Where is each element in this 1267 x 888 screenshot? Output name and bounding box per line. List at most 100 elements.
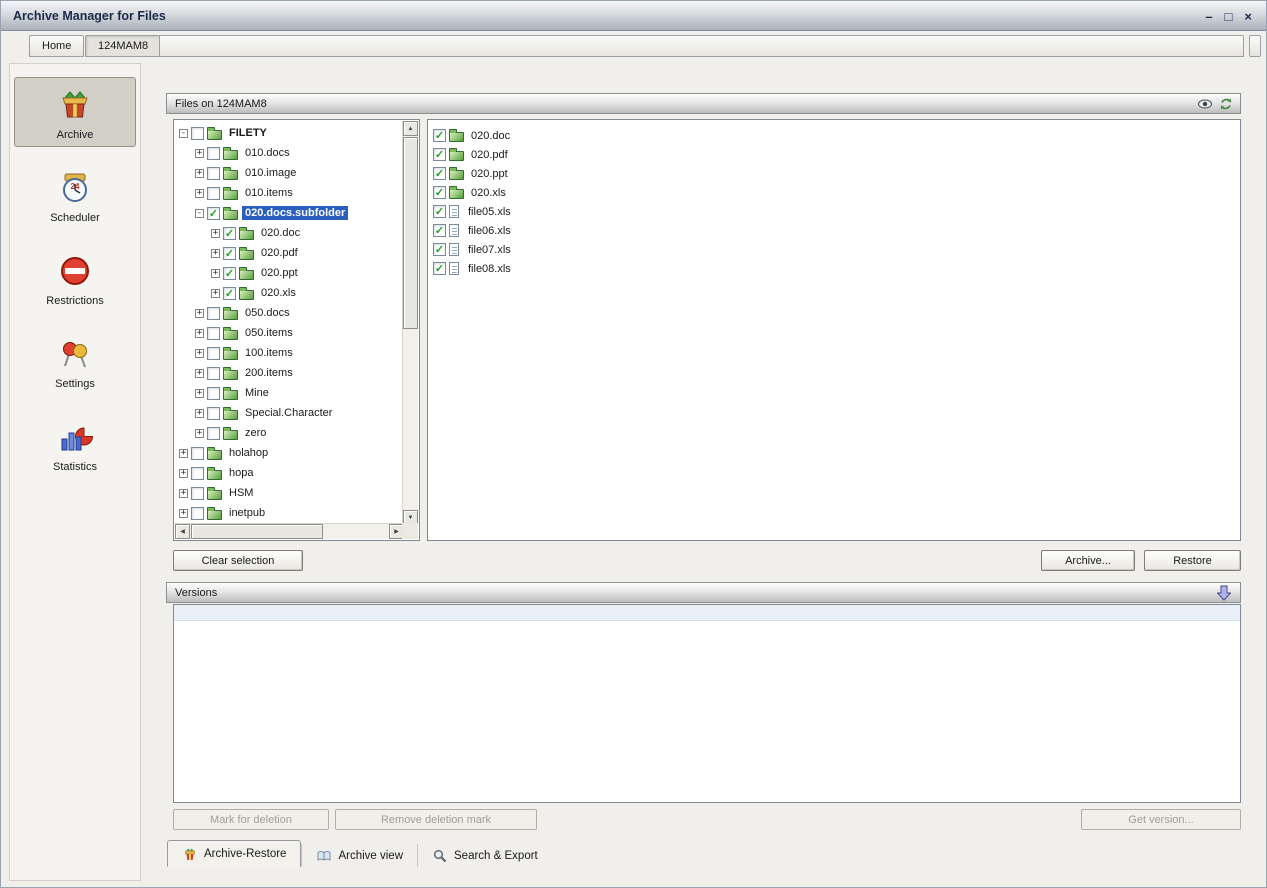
- checkbox[interactable]: [207, 147, 220, 160]
- list-item[interactable]: ✓020.pdf: [433, 145, 1239, 164]
- checkbox[interactable]: [207, 407, 220, 420]
- view-icon[interactable]: [1197, 96, 1213, 112]
- tab-archive-view[interactable]: Archive view: [301, 844, 417, 867]
- tree-item[interactable]: +100.items: [177, 343, 402, 363]
- tree-item[interactable]: +200.items: [177, 363, 402, 383]
- expand-icon[interactable]: +: [195, 329, 204, 338]
- expand-icon[interactable]: +: [195, 149, 204, 158]
- expand-icon[interactable]: +: [211, 269, 220, 278]
- tree-item[interactable]: +hopa: [177, 463, 402, 483]
- tree-item[interactable]: +zero: [177, 423, 402, 443]
- collapse-icon[interactable]: -: [179, 129, 188, 138]
- tree-item[interactable]: +010.docs: [177, 143, 402, 163]
- get-version-arrow-icon[interactable]: [1216, 585, 1232, 601]
- expand-icon[interactable]: +: [195, 409, 204, 418]
- tree-horizontal-scrollbar[interactable]: ◀ ▶: [175, 523, 404, 539]
- tree-vertical-scrollbar[interactable]: ▲ ▼: [402, 121, 418, 525]
- expand-icon[interactable]: +: [195, 429, 204, 438]
- scroll-left-icon[interactable]: ◀: [175, 524, 190, 539]
- expand-icon[interactable]: +: [211, 229, 220, 238]
- get-version-button[interactable]: Get version...: [1081, 809, 1241, 830]
- tab-archive-restore[interactable]: Archive-Restore: [167, 840, 301, 867]
- horizontal-scrollbar-thumb[interactable]: [191, 524, 323, 539]
- sidebar-item-restrictions[interactable]: Restrictions: [14, 243, 136, 313]
- tree-item[interactable]: +inetpub: [177, 503, 402, 523]
- checkbox[interactable]: [207, 347, 220, 360]
- expand-icon[interactable]: +: [211, 249, 220, 258]
- expand-icon[interactable]: +: [195, 169, 204, 178]
- tree-item[interactable]: +010.image: [177, 163, 402, 183]
- expand-icon[interactable]: +: [179, 449, 188, 458]
- mark-for-deletion-button[interactable]: Mark for deletion: [173, 809, 329, 830]
- checkbox[interactable]: [191, 127, 204, 140]
- checkbox[interactable]: ✓: [433, 243, 446, 256]
- expand-icon[interactable]: +: [179, 469, 188, 478]
- list-item[interactable]: ✓020.ppt: [433, 164, 1239, 183]
- tree-item[interactable]: -✓020.docs.subfolder: [177, 203, 402, 223]
- vertical-scrollbar-thumb[interactable]: [403, 137, 418, 329]
- refresh-icon[interactable]: [1218, 96, 1234, 112]
- expand-icon[interactable]: +: [195, 189, 204, 198]
- list-item[interactable]: ✓file05.xls: [433, 202, 1239, 221]
- checkbox[interactable]: ✓: [433, 205, 446, 218]
- close-icon[interactable]: ×: [1244, 10, 1252, 23]
- expand-icon[interactable]: +: [195, 389, 204, 398]
- maximize-icon[interactable]: □: [1225, 10, 1233, 23]
- checkbox[interactable]: ✓: [223, 247, 236, 260]
- checkbox[interactable]: [191, 487, 204, 500]
- list-item[interactable]: ✓020.xls: [433, 183, 1239, 202]
- checkbox[interactable]: [191, 467, 204, 480]
- sidebar-item-settings[interactable]: Settings: [14, 326, 136, 396]
- checkbox[interactable]: [207, 387, 220, 400]
- expand-icon[interactable]: +: [195, 369, 204, 378]
- scroll-up-icon[interactable]: ▲: [403, 121, 418, 136]
- sidebar-item-archive[interactable]: Archive: [14, 77, 136, 147]
- sidebar-item-scheduler[interactable]: 24 Scheduler: [14, 160, 136, 230]
- checkbox[interactable]: [207, 167, 220, 180]
- checkbox[interactable]: [207, 307, 220, 320]
- tree-item[interactable]: +✓020.doc: [177, 223, 402, 243]
- checkbox[interactable]: ✓: [223, 227, 236, 240]
- checkbox[interactable]: [207, 427, 220, 440]
- tree-item[interactable]: +010.items: [177, 183, 402, 203]
- expand-icon[interactable]: +: [179, 489, 188, 498]
- tab-home[interactable]: Home: [29, 35, 84, 57]
- tab-124mam8[interactable]: 124MAM8: [85, 35, 161, 57]
- checkbox[interactable]: [191, 447, 204, 460]
- tree-item[interactable]: +✓020.pdf: [177, 243, 402, 263]
- restore-button[interactable]: Restore: [1144, 550, 1241, 571]
- archive-button[interactable]: Archive...: [1041, 550, 1135, 571]
- checkbox[interactable]: ✓: [433, 167, 446, 180]
- tree-item[interactable]: +050.docs: [177, 303, 402, 323]
- checkbox[interactable]: ✓: [223, 287, 236, 300]
- list-item[interactable]: ✓file07.xls: [433, 240, 1239, 259]
- checkbox[interactable]: [207, 187, 220, 200]
- tree-item[interactable]: +✓020.xls: [177, 283, 402, 303]
- list-item[interactable]: ✓file08.xls: [433, 259, 1239, 278]
- expand-icon[interactable]: +: [211, 289, 220, 298]
- list-item[interactable]: ✓file06.xls: [433, 221, 1239, 240]
- clear-selection-button[interactable]: Clear selection: [173, 550, 303, 571]
- checkbox[interactable]: [207, 327, 220, 340]
- checkbox[interactable]: ✓: [433, 224, 446, 237]
- remove-deletion-mark-button[interactable]: Remove deletion mark: [335, 809, 537, 830]
- checkbox[interactable]: ✓: [433, 148, 446, 161]
- tab-search-export[interactable]: Search & Export: [417, 844, 552, 867]
- tree-item[interactable]: +Mine: [177, 383, 402, 403]
- tree-item[interactable]: +✓020.ppt: [177, 263, 402, 283]
- expand-icon[interactable]: +: [195, 349, 204, 358]
- tree-item[interactable]: -FILETY: [177, 123, 402, 143]
- checkbox[interactable]: ✓: [433, 262, 446, 275]
- checkbox[interactable]: [191, 507, 204, 520]
- tree-item[interactable]: +holahop: [177, 443, 402, 463]
- checkbox[interactable]: ✓: [223, 267, 236, 280]
- minimize-icon[interactable]: –: [1205, 10, 1212, 23]
- checkbox[interactable]: ✓: [207, 207, 220, 220]
- tree-item[interactable]: +050.items: [177, 323, 402, 343]
- list-item[interactable]: ✓020.doc: [433, 126, 1239, 145]
- sidebar-item-statistics[interactable]: Statistics: [14, 409, 136, 479]
- checkbox[interactable]: [207, 367, 220, 380]
- tree-item[interactable]: +HSM: [177, 483, 402, 503]
- tree-item[interactable]: +Special.Character: [177, 403, 402, 423]
- expand-icon[interactable]: +: [195, 309, 204, 318]
